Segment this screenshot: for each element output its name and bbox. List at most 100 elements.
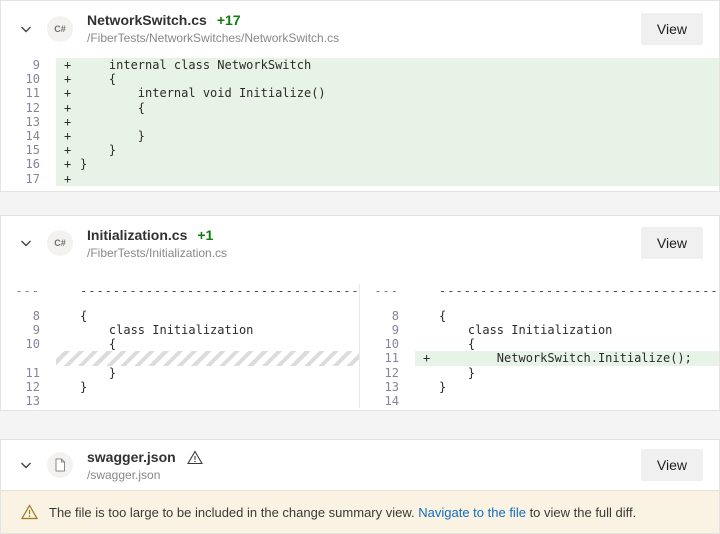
diff-marker (423, 394, 439, 408)
csharp-file-icon-label: C# (54, 23, 66, 34)
diff-row: 14 (360, 394, 719, 408)
diff-row: 10 { (1, 337, 359, 351)
line-number: 13 (384, 379, 399, 394)
file-header: C# Initialization.cs +1 /FiberTests/Init… (1, 216, 719, 271)
chevron-down-icon[interactable] (13, 452, 39, 478)
diff-row: 11 + internal void Initialize() (1, 86, 719, 101)
line-number: 10 (384, 337, 399, 352)
code-cell (415, 394, 719, 408)
line-number: 8 (391, 308, 399, 323)
code-text: } (80, 128, 146, 143)
code-text: { (80, 72, 117, 87)
line-number: 9 (32, 58, 40, 72)
diff-marker (423, 323, 439, 337)
diff-row: 15 + } (1, 143, 719, 158)
diff-pane-modified: --- ------------------------------------… (360, 284, 719, 409)
diff-marker: + (64, 72, 72, 87)
file-info: Initialization.cs +1 /FiberTests/Initial… (87, 227, 641, 260)
line-number (1, 351, 56, 365)
diff-marker: + (423, 351, 431, 366)
diff-row: 16 +} (1, 157, 719, 172)
line-number: 12 (25, 100, 40, 115)
code-cell: +} (56, 157, 719, 172)
diff-marker: + (64, 171, 72, 186)
line-number: 9 (391, 323, 399, 338)
diff-pane-original: --- ------------------------------------… (1, 283, 360, 409)
diff-row: --- ------------------------------------… (1, 284, 359, 298)
line-number: 13 (25, 114, 40, 129)
file-header: C# NetworkSwitch.cs +17 /FiberTests/Netw… (1, 1, 719, 56)
diff-original: --- ------------------------------------… (1, 284, 359, 409)
csharp-file-icon: C# (47, 230, 73, 257)
banner-text: The file is too large to be included in … (49, 505, 636, 520)
code-text: internal void Initialize() (80, 86, 326, 101)
code-text: internal class NetworkSwitch (80, 58, 312, 72)
diff-row: 10 { (360, 337, 719, 351)
csharp-file-icon: C# (47, 15, 73, 42)
code-cell: } (415, 380, 719, 394)
view-button[interactable]: View (640, 227, 703, 260)
code-text: } (439, 365, 476, 380)
diff-marker (423, 284, 439, 298)
code-cell: + (56, 171, 719, 186)
added-lines-count: +1 (197, 226, 214, 243)
view-button[interactable]: View (640, 12, 703, 45)
view-button[interactable]: View (640, 449, 703, 482)
diff-marker (64, 366, 80, 380)
diff-marker (423, 337, 439, 351)
navigate-to-file-link[interactable]: Navigate to the file (418, 505, 526, 520)
diff-row: 14 + } (1, 128, 719, 144)
code-cell: ---------------------------------------- (415, 284, 719, 298)
line-number: 13 (25, 394, 40, 408)
diff-marker: + (64, 86, 72, 101)
code-cell: { (56, 337, 359, 351)
file-path: /FiberTests/Initialization.cs (87, 245, 228, 260)
file-card-networkswitch: C# NetworkSwitch.cs +17 /FiberTests/Netw… (0, 0, 720, 192)
diff-row (1, 298, 359, 309)
code-cell: { (415, 337, 719, 351)
file-card-initialization: C# Initialization.cs +1 /FiberTests/Init… (0, 214, 720, 412)
code-text: } (80, 143, 117, 158)
line-number: 10 (25, 72, 40, 87)
file-name: Initialization.cs (87, 226, 188, 243)
diff-unified: 9 + internal class NetworkSwitch 10 + {11 + … (1, 56, 719, 191)
code-cell: { (56, 309, 359, 323)
diff-marker: + (64, 157, 72, 172)
code-cell: + } (56, 128, 719, 144)
line-number: 9 (32, 323, 40, 338)
line-number: 12 (384, 365, 399, 380)
diff-marker (423, 309, 439, 323)
diff-row: 13 + (1, 114, 719, 129)
diff-modified: --- ------------------------------------… (360, 284, 719, 409)
code-text: NetworkSwitch.Initialize(); (439, 351, 692, 366)
code-cell: } (56, 366, 359, 380)
code-text: class Initialization (439, 323, 613, 338)
line-number: 17 (25, 171, 40, 186)
diff-marker (64, 380, 80, 394)
code-text: class Initialization (80, 323, 254, 338)
file-name: NetworkSwitch.cs (87, 12, 207, 28)
diff-row: 12 + { (1, 100, 719, 115)
file-too-large-banner: The file is too large to be included in … (1, 490, 719, 534)
diff-row: 12 } (360, 366, 719, 380)
code-cell: } (56, 380, 359, 394)
code-text: ---------------------------------------- (439, 283, 719, 298)
line-number: 16 (25, 157, 40, 172)
code-cell (56, 394, 359, 408)
diff-marker: + (64, 58, 72, 72)
code-cell: + } (56, 143, 719, 158)
code-text: } (80, 365, 117, 380)
code-text: { (80, 337, 117, 352)
diff-row: 9 + internal class NetworkSwitch (1, 58, 719, 73)
diff-marker (64, 284, 80, 298)
chevron-down-icon[interactable] (13, 16, 39, 42)
chevron-down-icon[interactable] (13, 230, 39, 256)
file-path: /swagger.json (87, 467, 161, 482)
code-cell: { (415, 309, 719, 323)
line-number: 15 (25, 143, 40, 158)
code-text: { (80, 308, 88, 323)
line-number: 11 (25, 86, 40, 101)
code-cell: class Initialization (56, 323, 359, 337)
code-cell: + internal void Initialize() (56, 86, 719, 101)
diff-marker (423, 366, 439, 380)
